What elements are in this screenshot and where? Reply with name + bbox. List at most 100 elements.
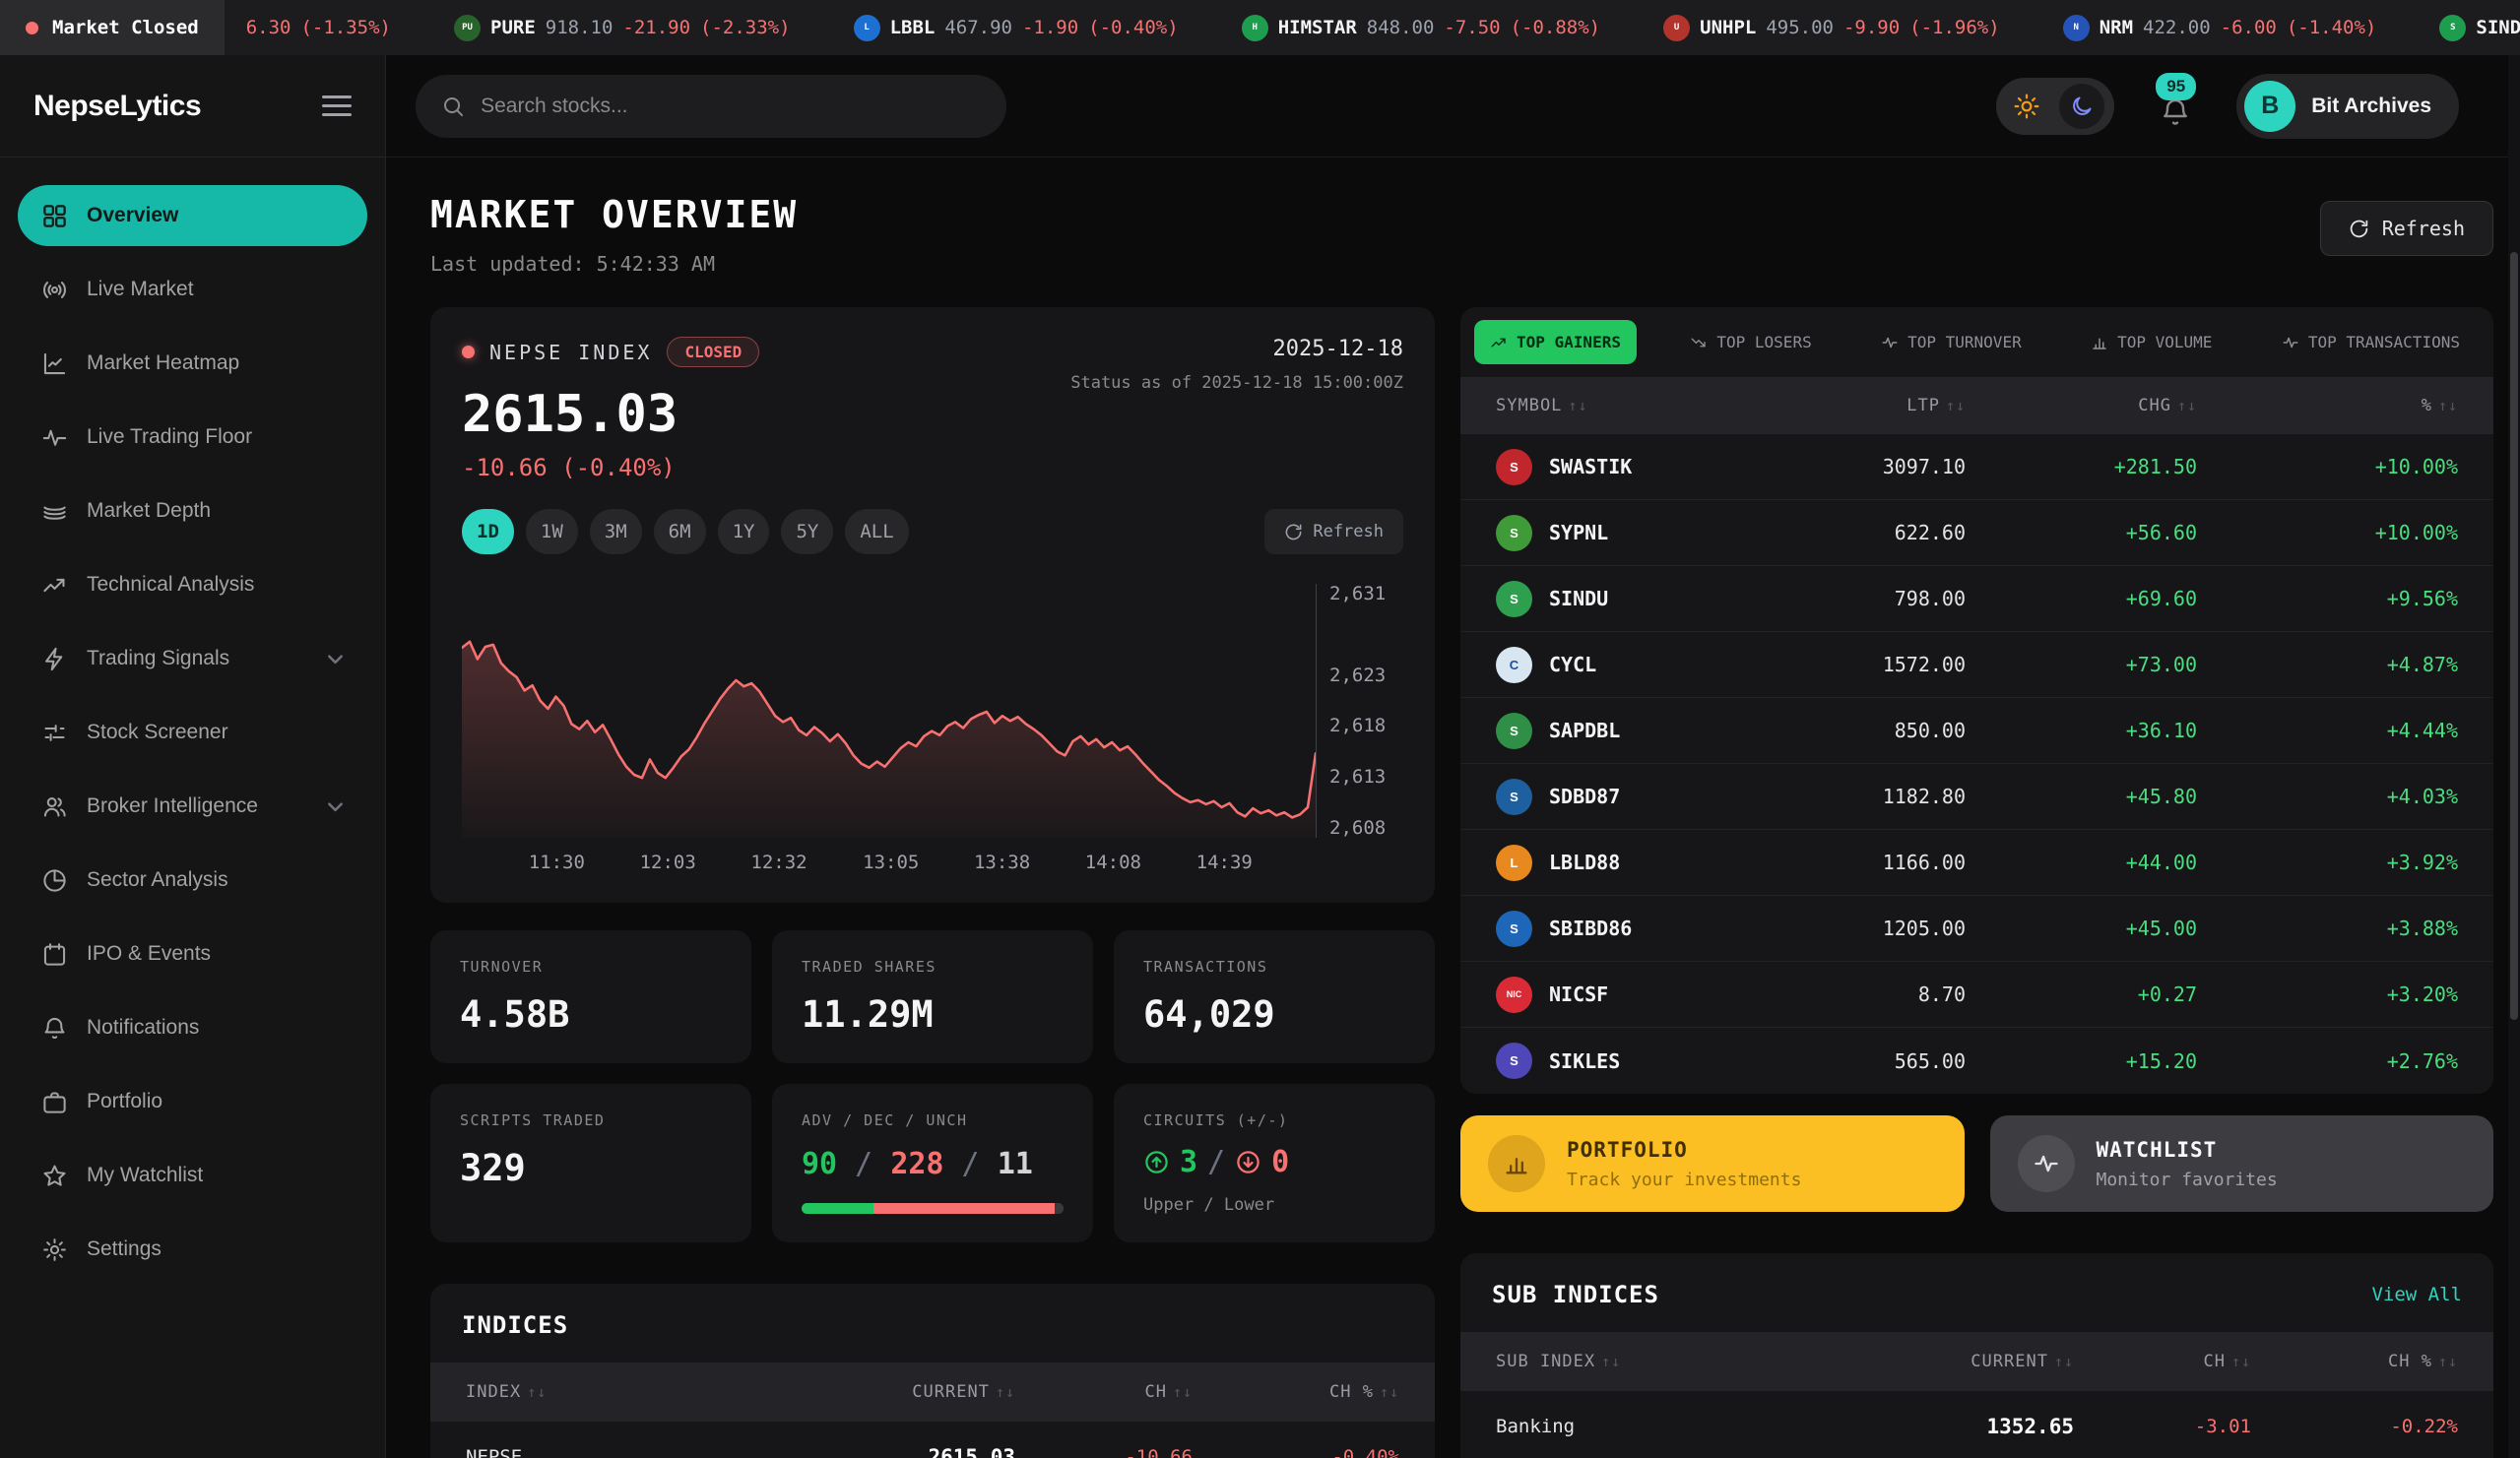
sidebar-item-broker-intelligence[interactable]: Broker Intelligence — [18, 776, 367, 837]
portfolio-button[interactable]: PORTFOLIO Track your investments — [1460, 1115, 1965, 1212]
ticker-price: 6.30 — [246, 17, 291, 38]
search-bar[interactable] — [416, 75, 1006, 138]
adv-dec-unch-values: 90 / 228 / 11 — [802, 1147, 1064, 1181]
stock-logo: C — [1496, 647, 1532, 683]
page-title: MARKET OVERVIEW — [430, 193, 798, 236]
ticker-symbol: LBBL — [890, 17, 936, 38]
page-scrollbar[interactable] — [2508, 55, 2520, 1458]
sidebar-item-market-heatmap[interactable]: Market Heatmap — [18, 333, 367, 394]
range-button-6m[interactable]: 6M — [654, 509, 706, 554]
column-header[interactable]: CURRENT↑↓ — [1857, 1352, 2074, 1371]
mover-row-sikles[interactable]: S SIKLES 565.00 +15.20 +2.76% — [1460, 1028, 2493, 1094]
movers-table-header: SYMBOL↑↓LTP↑↓CHG↑↓%↑↓ — [1460, 377, 2493, 434]
arrow-down-circle-icon — [1235, 1149, 1261, 1175]
ticker-item-himstar[interactable]: HHIMSTAR848.00-7.50(-0.88%) — [1242, 15, 1600, 41]
sidebar-item-label: Market Heatmap — [87, 351, 239, 375]
range-button-all[interactable]: ALL — [845, 509, 908, 554]
range-button-3m[interactable]: 3M — [590, 509, 642, 554]
tab-top-losers[interactable]: TOP LOSERS — [1674, 320, 1827, 364]
ticker-item-pure[interactable]: PUPURE918.10-21.90(-2.33%) — [454, 15, 791, 41]
column-header[interactable]: LTP↑↓ — [1759, 396, 1966, 415]
column-header[interactable]: INDEX↑↓ — [466, 1382, 799, 1402]
sort-icon: ↑↓ — [1946, 397, 1966, 414]
ticker-item-lbbl[interactable]: LLBBL467.90-1.90(-0.40%) — [854, 15, 1179, 41]
stock-symbol: SWASTIK — [1549, 455, 1632, 478]
user-menu[interactable]: B Bit Archives — [2236, 74, 2459, 139]
tab-top-gainers[interactable]: TOP GAINERS — [1474, 320, 1637, 364]
tab-top-transactions[interactable]: TOP TRANSACTIONS — [2266, 320, 2476, 364]
range-button-1y[interactable]: 1Y — [718, 509, 770, 554]
mover-row-lbld88[interactable]: L LBLD88 1166.00 +44.00 +3.92% — [1460, 830, 2493, 896]
range-button-1w[interactable]: 1W — [526, 509, 578, 554]
tab-top-turnover[interactable]: TOP TURNOVER — [1865, 320, 2037, 364]
ticker-change: -21.90 — [622, 17, 690, 38]
mover-row-sapdbl[interactable]: S SAPDBL 850.00 +36.10 +4.44% — [1460, 698, 2493, 764]
column-header[interactable]: SUB INDEX↑↓ — [1496, 1352, 1857, 1371]
sub-index-row-banking[interactable]: Banking 1352.65 -3.01 -0.22% — [1460, 1391, 2493, 1458]
sub-indices-title: SUB INDICES — [1492, 1281, 1659, 1308]
sidebar-item-live-market[interactable]: Live Market — [18, 259, 367, 320]
column-header[interactable]: CH %↑↓ — [1193, 1382, 1399, 1402]
column-header[interactable]: %↑↓ — [2197, 396, 2458, 415]
sidebar-collapse-button[interactable] — [322, 95, 352, 116]
mover-row-sbibd86[interactable]: S SBIBD86 1205.00 +45.00 +3.88% — [1460, 896, 2493, 962]
column-header[interactable]: CHG↑↓ — [1966, 396, 2197, 415]
ticker-item-unhpl[interactable]: UUNHPL495.00-9.90(-1.96%) — [1663, 15, 2000, 41]
y-axis-label: 2,623 — [1329, 665, 1386, 686]
mover-row-swastik[interactable]: S SWASTIK 3097.10 +281.50 +10.00% — [1460, 434, 2493, 500]
sidebar-item-live-trading-floor[interactable]: Live Trading Floor — [18, 407, 367, 468]
sidebar-item-stock-screener[interactable]: Stock Screener — [18, 702, 367, 763]
range-button-5y[interactable]: 5Y — [781, 509, 833, 554]
watchlist-subtitle: Monitor favorites — [2097, 1170, 2278, 1190]
sidebar-item-ipo-events[interactable]: IPO & Events — [18, 923, 367, 984]
theme-toggle[interactable] — [1996, 78, 2114, 135]
mover-row-cycl[interactable]: C CYCL 1572.00 +73.00 +4.87% — [1460, 632, 2493, 698]
mover-row-sdbd87[interactable]: S SDBD87 1182.80 +45.80 +4.03% — [1460, 764, 2493, 830]
mover-row-nicsf[interactable]: NIC NICSF 8.70 +0.27 +3.20% — [1460, 962, 2493, 1028]
sidebar-item-sector-analysis[interactable]: Sector Analysis — [18, 850, 367, 911]
ticker-item-sindu[interactable]: SSINDU798.00+69.60(+9.56%) — [2439, 15, 2520, 41]
sidebar-item-my-watchlist[interactable]: My Watchlist — [18, 1145, 367, 1206]
stock-change-pct: +10.00% — [2197, 521, 2458, 544]
ticker-item[interactable]: 6.30(-1.35%) — [246, 17, 391, 38]
ticker-stock-logo: PU — [454, 15, 481, 41]
sidebar-item-label: Live Market — [87, 278, 194, 301]
sidebar-item-overview[interactable]: Overview — [18, 185, 367, 246]
gear-icon — [41, 1236, 68, 1263]
ticker-item-nrm[interactable]: NNRM422.00-6.00(-1.40%) — [2063, 15, 2377, 41]
chart-refresh-button[interactable]: Refresh — [1264, 509, 1403, 554]
sidebar-item-trading-signals[interactable]: Trading Signals — [18, 628, 367, 689]
index-row-nepse[interactable]: NEPSE 2615.03 -10.66 -0.40% — [430, 1422, 1435, 1458]
sidebar-item-market-depth[interactable]: Market Depth — [18, 480, 367, 541]
market-ticker-bar: Market Closed 6.30(-1.35%)PUPURE918.10-2… — [0, 0, 2520, 55]
view-all-link[interactable]: View All — [2371, 1284, 2462, 1305]
index-status-dot — [462, 346, 475, 358]
range-button-1d[interactable]: 1D — [462, 509, 514, 554]
column-header[interactable]: CH↑↓ — [1015, 1382, 1193, 1402]
column-header[interactable]: SYMBOL↑↓ — [1496, 396, 1759, 415]
mover-row-sypnl[interactable]: S SYPNL 622.60 +56.60 +10.00% — [1460, 500, 2493, 566]
stock-logo: S — [1496, 581, 1532, 617]
sidebar-item-settings[interactable]: Settings — [18, 1219, 367, 1280]
portfolio-subtitle: Track your investments — [1567, 1170, 1801, 1190]
sidebar-item-portfolio[interactable]: Portfolio — [18, 1071, 367, 1132]
sidebar-item-notifications[interactable]: Notifications — [18, 997, 367, 1058]
stock-change-pct: +3.92% — [2197, 851, 2458, 874]
sidebar-item-technical-analysis[interactable]: Technical Analysis — [18, 554, 367, 615]
search-input[interactable] — [481, 95, 981, 118]
top-movers-card: TOP GAINERS TOP LOSERS TOP TURNOVER TOP VOL… — [1460, 307, 2493, 1094]
mover-row-sindu[interactable]: S SINDU 798.00 +69.60 +9.56% — [1460, 566, 2493, 632]
scrollbar-thumb[interactable] — [2510, 252, 2518, 1020]
zap-icon — [41, 646, 68, 672]
unchanged-count: 11 — [998, 1147, 1033, 1181]
column-header[interactable]: CH↑↓ — [2074, 1352, 2251, 1371]
stock-ltp: 565.00 — [1759, 1049, 1966, 1073]
topbar: 95 B Bit Archives — [386, 55, 2520, 158]
column-header[interactable]: CURRENT↑↓ — [799, 1382, 1015, 1402]
watchlist-button[interactable]: WATCHLIST Monitor favorites — [1990, 1115, 2494, 1212]
page-refresh-button[interactable]: Refresh — [2320, 201, 2493, 256]
column-header[interactable]: CH %↑↓ — [2251, 1352, 2458, 1371]
tab-top-volume[interactable]: TOP VOLUME — [2075, 320, 2228, 364]
bars-icon — [2091, 334, 2108, 351]
notifications-button[interactable]: 95 — [2154, 85, 2197, 128]
